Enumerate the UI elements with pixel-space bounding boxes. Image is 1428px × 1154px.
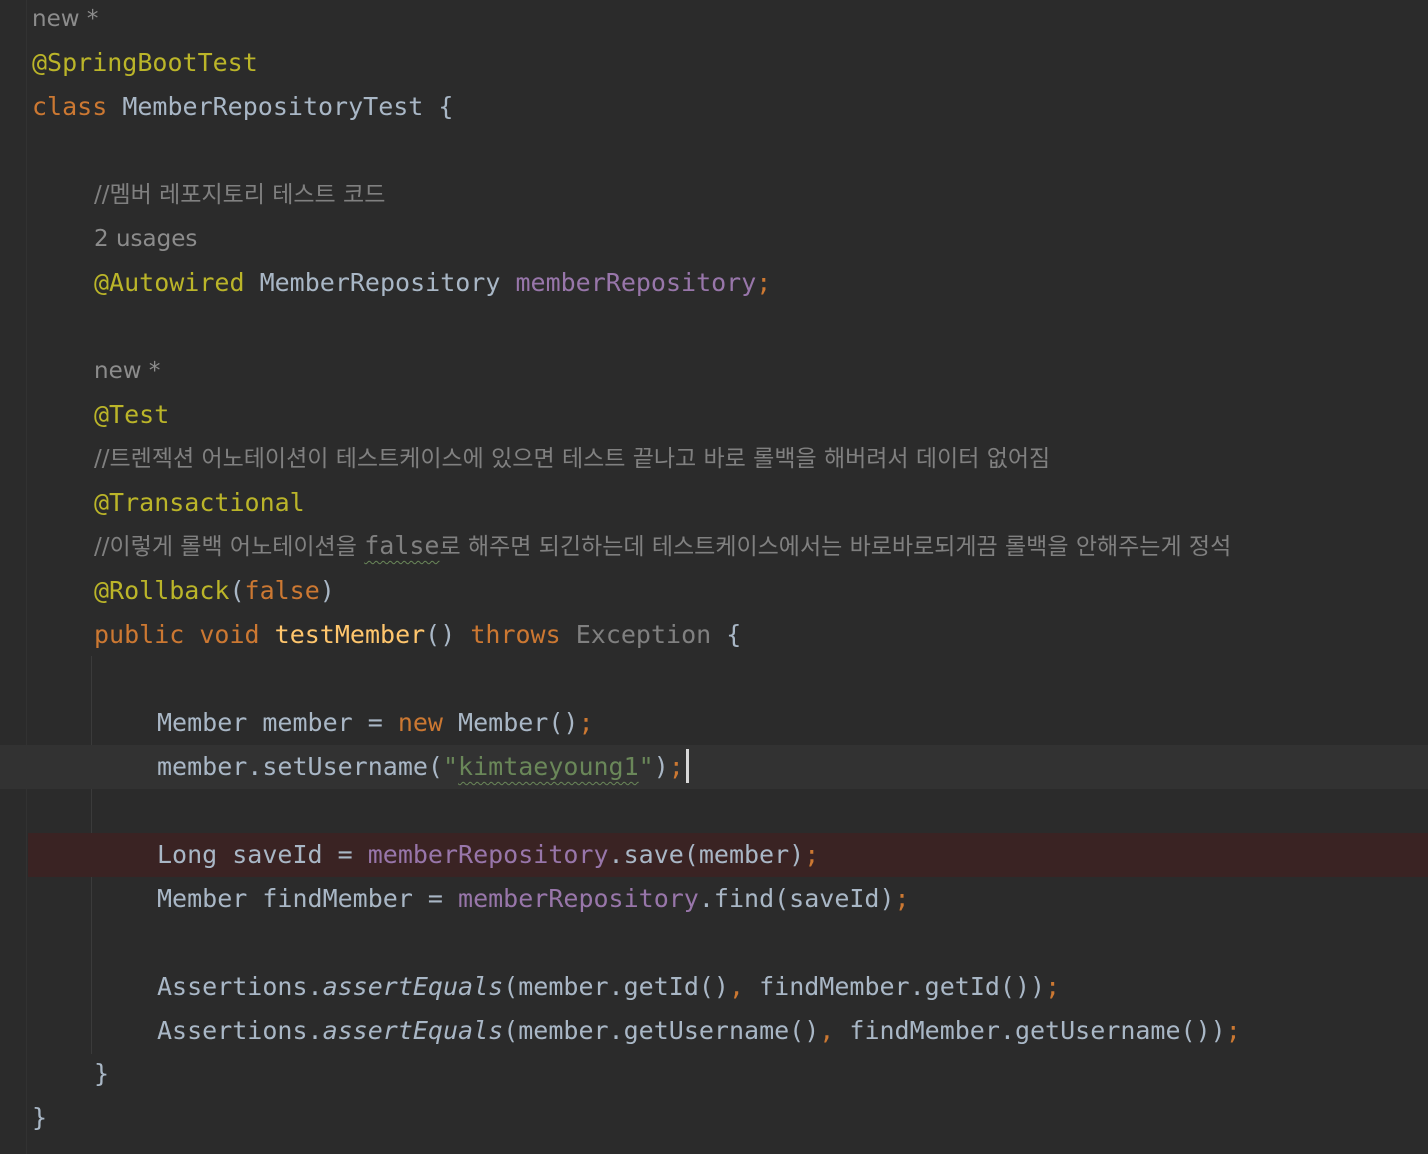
code-line[interactable]: public void testMember() throws Exceptio… xyxy=(0,613,1428,657)
annotation: @Autowired xyxy=(94,268,245,297)
code-line-method-hint: new * xyxy=(0,349,1428,393)
code-line[interactable]: @Autowired MemberRepository memberReposi… xyxy=(0,261,1428,305)
annotation: @SpringBootTest xyxy=(32,48,258,77)
comment: 로 해주면 되긴하는데 테스트케이스에서는 바로바로되게끔 롤백을 안해주는게 … xyxy=(439,534,1232,560)
paren: ) xyxy=(319,576,335,605)
keyword: class xyxy=(32,92,108,121)
code-text: Assertions. xyxy=(157,972,323,1001)
keyword: throws xyxy=(470,620,561,649)
code-line[interactable]: Member member = new Member(); xyxy=(0,701,1428,745)
field-name: memberRepository xyxy=(367,840,609,869)
semicolon: ; xyxy=(578,708,594,737)
brace: } xyxy=(94,1059,110,1088)
code-line[interactable]: Assertions.assertEquals(member.getId(), … xyxy=(0,965,1428,1009)
code-line[interactable]: //트렌젝션 어노테이션이 테스트케이스에 있으면 테스트 끝나고 바로 롤백을… xyxy=(0,436,1428,480)
string-quote: " xyxy=(638,752,654,781)
string-literal: kimtaeyoung1 xyxy=(458,752,639,781)
field-name: memberRepository xyxy=(458,884,699,913)
string-quote: " xyxy=(442,752,459,781)
comma: , xyxy=(728,972,745,1001)
code-text: .find(saveId) xyxy=(698,884,895,913)
comment: //멤버 레포지토리 테스트 코드 xyxy=(94,182,386,208)
code-line[interactable]: Assertions.assertEquals(member.getUserna… xyxy=(0,1009,1428,1053)
code-line[interactable]: Member findMember = memberRepository.fin… xyxy=(0,877,1428,921)
method-name: testMember xyxy=(274,620,426,649)
text-cursor xyxy=(685,749,689,783)
annotation: @Rollback xyxy=(94,576,230,605)
annotation: @Test xyxy=(94,400,170,429)
semicolon: ; xyxy=(756,268,772,297)
comment-code-reference: false xyxy=(364,531,440,560)
exception-type: Exception xyxy=(575,620,712,649)
keyword: void xyxy=(199,620,260,649)
parens: () xyxy=(425,620,456,649)
field-name: memberRepository xyxy=(515,268,757,297)
code-text: member.setUsername( xyxy=(157,752,443,781)
keyword: new xyxy=(397,708,443,737)
class-name: MemberRepositoryTest xyxy=(122,92,424,121)
semicolon: ; xyxy=(1225,1016,1241,1045)
static-method: assertEquals xyxy=(322,972,504,1001)
code-line[interactable]: class MemberRepositoryTest { xyxy=(0,85,1428,129)
code-text: Member() xyxy=(442,708,579,737)
annotation: @Transactional xyxy=(94,488,305,517)
comment: //이렇게 롤백 어노테이션을 xyxy=(94,534,365,560)
code-text: findMember.getUsername()) xyxy=(834,1016,1226,1045)
code-text: Long saveId = xyxy=(157,840,368,869)
code-line[interactable]: @Test xyxy=(0,393,1428,437)
semicolon: ; xyxy=(1045,972,1061,1001)
comment: //트렌젝션 어노테이션이 테스트케이스에 있으면 테스트 끝나고 바로 롤백을… xyxy=(94,446,1051,472)
semicolon: ; xyxy=(668,752,684,781)
code-line[interactable]: //멤버 레포지토리 테스트 코드 xyxy=(0,172,1428,216)
usage-hint[interactable]: new * xyxy=(94,349,160,393)
code-line-usages-hint: 2 usages xyxy=(0,217,1428,261)
code-editor[interactable]: new * @SpringBootTest class MemberReposi… xyxy=(0,0,1428,1154)
code-line-class-hint: new * xyxy=(0,0,1428,41)
code-text: ) xyxy=(653,752,669,781)
code-line[interactable]: } xyxy=(0,1052,1428,1096)
usage-hint[interactable]: 2 usages xyxy=(94,217,197,261)
code-text: .save(member) xyxy=(608,840,805,869)
code-text: Member member = xyxy=(157,708,398,737)
code-text: Assertions. xyxy=(157,1016,323,1045)
usage-hint[interactable]: new * xyxy=(32,0,98,41)
code-text: (member.getUsername() xyxy=(503,1016,820,1045)
brace: { xyxy=(438,92,454,121)
keyword: public xyxy=(94,620,185,649)
code-line[interactable]: @Rollback(false) xyxy=(0,569,1428,613)
brace: { xyxy=(726,620,742,649)
code-line[interactable]: } xyxy=(0,1096,1428,1140)
code-text: (member.getId() xyxy=(503,972,729,1001)
semicolon: ; xyxy=(804,840,820,869)
brace: } xyxy=(32,1103,48,1132)
code-line[interactable]: @SpringBootTest xyxy=(0,41,1428,85)
semicolon: ; xyxy=(894,884,910,913)
static-method: assertEquals xyxy=(322,1016,504,1045)
paren: ( xyxy=(229,576,245,605)
code-line-breakpoint[interactable]: Long saveId = memberRepository.save(memb… xyxy=(28,833,1428,877)
code-line[interactable]: //이렇게 롤백 어노테이션을 false로 해주면 되긴하는데 테스트케이스에… xyxy=(0,524,1428,568)
comma: , xyxy=(819,1016,835,1045)
code-text: findMember.getId()) xyxy=(744,972,1046,1001)
code-text: Member findMember = xyxy=(157,884,459,913)
code-line[interactable]: @Transactional xyxy=(0,481,1428,525)
code-line-current[interactable]: member.setUsername("kimtaeyoung1"); xyxy=(0,745,1428,789)
keyword: false xyxy=(244,576,320,605)
type-name: MemberRepository xyxy=(259,268,501,297)
